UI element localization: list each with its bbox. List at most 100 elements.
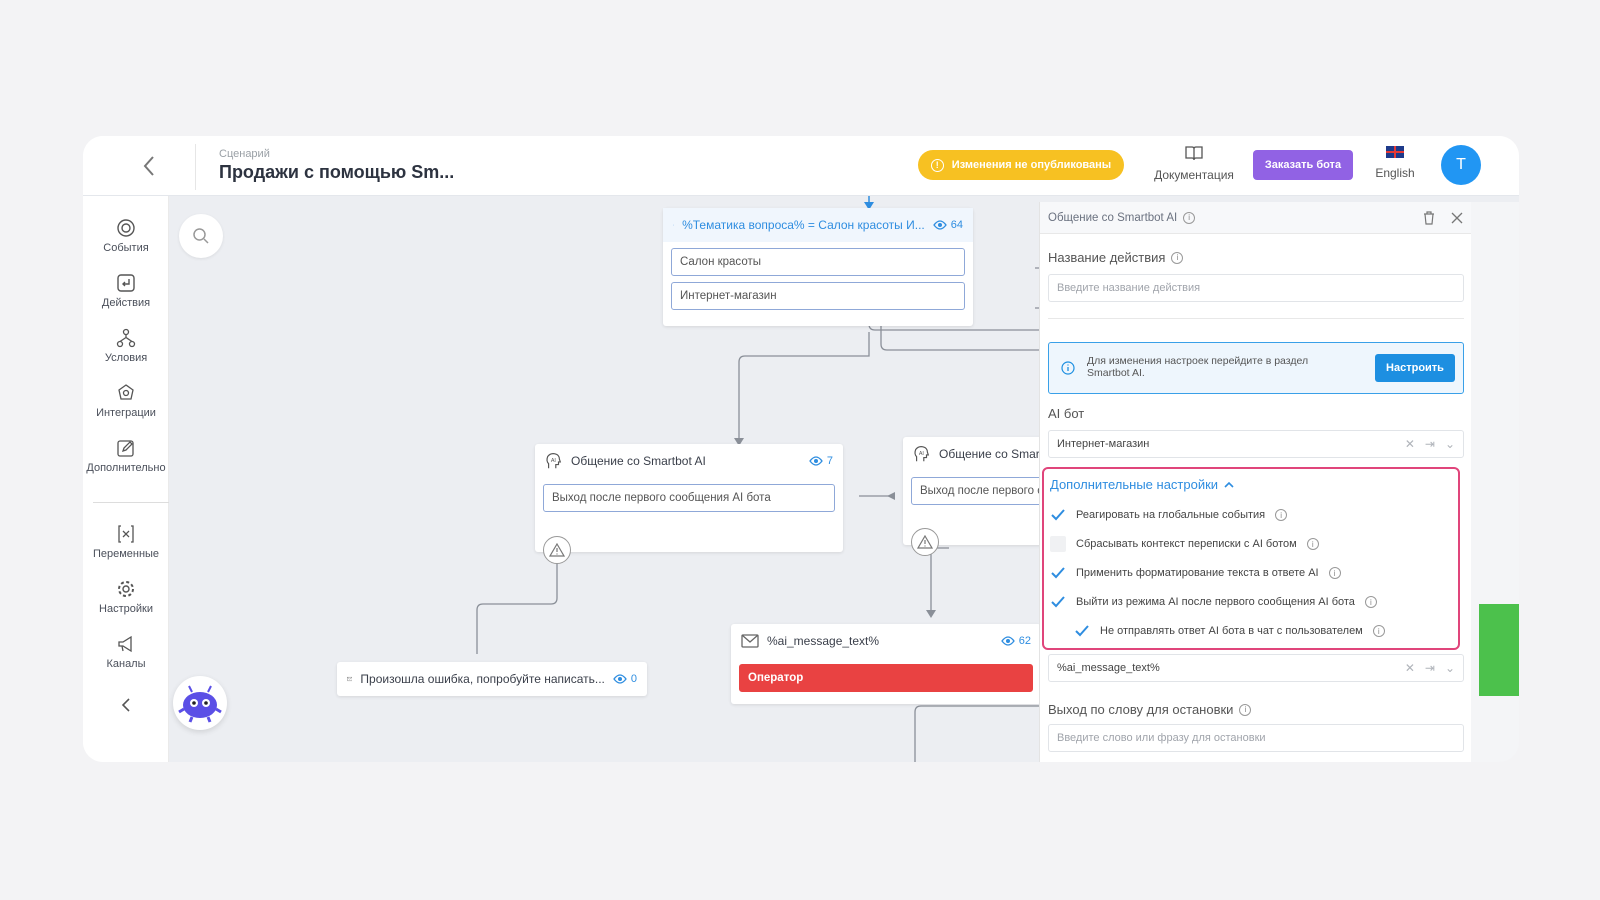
views-count: 0 — [630, 673, 637, 685]
message-node-header: %ai_message_text% 62 — [731, 624, 1041, 658]
close-icon[interactable] — [1451, 212, 1463, 224]
option-label: Не отправлять ответ AI бота в чат с поль… — [1100, 625, 1363, 637]
sidebar-item-channels[interactable]: Каналы — [83, 634, 169, 670]
views-count: 64 — [950, 219, 963, 231]
sidebar-item-label: Дополнительно — [86, 462, 166, 474]
trash-icon[interactable] — [1423, 210, 1435, 225]
action-name-label: Название действия — [1048, 250, 1166, 265]
views-counter: 64 — [932, 219, 963, 231]
info-icon[interactable]: i — [1328, 567, 1341, 579]
ai-head-icon: AI — [546, 453, 562, 469]
error-node-header: Произошла ошибка, попробуйте написать...… — [337, 662, 647, 696]
checkbox-checked[interactable] — [1050, 594, 1066, 610]
sidebar-item-additional[interactable]: Дополнительно — [83, 438, 169, 474]
open-link-icon[interactable]: ⇥ — [1425, 661, 1435, 675]
clear-icon[interactable]: ✕ — [1405, 661, 1415, 675]
info-icon[interactable]: i — [1306, 538, 1319, 550]
advanced-settings-box: Дополнительные настройки Реагировать на … — [1042, 467, 1460, 650]
chevron-down-icon[interactable]: ⌄ — [1445, 661, 1455, 675]
checkbox-unchecked[interactable] — [1050, 536, 1066, 552]
option-global-events: Реагировать на глобальные события i — [1050, 507, 1288, 523]
advanced-settings-toggle[interactable]: Дополнительные настройки — [1050, 477, 1234, 492]
gear-icon — [118, 581, 134, 597]
branch-icon — [673, 224, 675, 226]
ai-bot-label: AI бот — [1048, 406, 1085, 421]
integration-icon — [118, 384, 134, 400]
scenario-label: Сценарий — [219, 148, 270, 160]
option-exit-after-first: Выйти из режима AI после первого сообщен… — [1050, 594, 1377, 610]
info-icon[interactable]: i — [1183, 211, 1196, 224]
condition-node-title: %Тематика вопроса% = Салон красоты И... — [682, 218, 925, 232]
eye-icon — [809, 456, 823, 466]
condition-node[interactable]: %Тематика вопроса% = Салон красоты И... … — [663, 208, 973, 326]
eye-icon — [1000, 636, 1015, 646]
sidebar-item-label: Переменные — [92, 548, 160, 560]
message-node[interactable]: %ai_message_text% 62 Оператор — [731, 624, 1041, 704]
ai-bot-value: Интернет-магазин — [1057, 438, 1150, 450]
message-variable-select[interactable]: %ai_message_text% ✕ ⇥ ⌄ — [1048, 654, 1464, 682]
info-icon[interactable]: i — [1239, 703, 1252, 716]
option-format-text: Применить форматирование текста в ответе… — [1050, 565, 1341, 581]
chevron-left-icon — [121, 698, 130, 712]
ai-node-header: AI Общение со Smartbot AI 7 — [535, 444, 843, 478]
node-warning-icon[interactable] — [911, 528, 939, 556]
info-icon[interactable]: i — [1372, 625, 1385, 637]
unpublished-warning[interactable]: ! Изменения не опубликованы — [918, 150, 1124, 180]
robot-mascot-icon — [178, 685, 222, 723]
info-icon[interactable]: i — [1275, 509, 1288, 521]
condition-option[interactable]: Интернет-магазин — [671, 282, 965, 310]
action-name-label-row: Название действия i — [1048, 250, 1184, 265]
bot-assistant-button[interactable] — [173, 676, 227, 730]
clear-icon[interactable]: ✕ — [1405, 437, 1415, 451]
action-name-placeholder: Введите название действия — [1057, 282, 1201, 294]
option-label: Выйти из режима AI после первого сообщен… — [1076, 596, 1355, 608]
action-icon — [117, 274, 135, 292]
book-icon — [1185, 146, 1203, 161]
back-button[interactable] — [135, 152, 163, 180]
eye-icon — [932, 220, 947, 230]
sidebar-item-actions[interactable]: Действия — [83, 273, 169, 309]
order-bot-button[interactable]: Заказать бота — [1253, 150, 1353, 180]
stop-word-label-row: Выход по слову для остановки i — [1048, 702, 1252, 717]
sidebar-item-settings[interactable]: Настройки — [83, 579, 169, 615]
sidebar-item-label: Настройки — [99, 603, 153, 615]
docs-label: Документация — [1154, 168, 1234, 182]
info-icon[interactable]: i — [1171, 251, 1184, 264]
node-warning-icon[interactable] — [543, 536, 571, 564]
info-circle-icon — [1061, 361, 1075, 375]
open-link-icon[interactable]: ⇥ — [1425, 437, 1435, 451]
sidebar-item-events[interactable]: События — [83, 218, 169, 254]
ai-chat-node[interactable]: AI Общение со Smartbot AI 7 Выход после … — [535, 444, 843, 552]
panel-divider — [1048, 318, 1464, 319]
sidebar-item-integrations[interactable]: Интеграции — [83, 383, 169, 419]
checkbox-checked[interactable] — [1050, 565, 1066, 581]
configure-button[interactable]: Настроить — [1375, 354, 1455, 382]
condition-option[interactable]: Салон красоты — [671, 248, 965, 276]
sidebar-collapse-button[interactable] — [117, 696, 135, 714]
info-icon[interactable]: i — [1364, 596, 1377, 608]
left-sidebar: События Действия Условия Интеграции Допо… — [83, 196, 169, 762]
language-switch[interactable]: English — [1365, 146, 1425, 180]
operator-button[interactable]: Оператор — [739, 664, 1033, 692]
ai-exit-button[interactable]: Выход после первого сообщения AI бота — [543, 484, 835, 512]
checkbox-checked[interactable] — [1050, 507, 1066, 523]
search-icon — [193, 228, 209, 244]
error-message-node[interactable]: Произошла ошибка, попробуйте написать...… — [337, 662, 647, 696]
action-name-input[interactable]: Введите название действия — [1048, 274, 1464, 302]
views-count: 62 — [1018, 635, 1031, 647]
sidebar-item-label: События — [103, 242, 149, 254]
user-avatar[interactable]: T — [1441, 145, 1481, 185]
docs-link[interactable]: Документация — [1149, 144, 1239, 182]
option-label: Сбрасывать контекст переписки с AI ботом — [1076, 538, 1297, 550]
top-header: Сценарий Продажи с помощью Sm... ! Измен… — [83, 136, 1519, 196]
ai-node-title: Общение со Smartbot AI — [571, 454, 706, 468]
views-counter: 62 — [1000, 635, 1031, 647]
ai-bot-select[interactable]: Интернет-магазин ✕ ⇥ ⌄ — [1048, 430, 1464, 458]
stop-word-input[interactable]: Введите слово или фразу для остановки — [1048, 724, 1464, 752]
sidebar-item-variables[interactable]: Переменные — [83, 524, 169, 560]
chevron-down-icon[interactable]: ⌄ — [1445, 437, 1455, 451]
header-divider — [195, 144, 196, 190]
sidebar-item-conditions[interactable]: Условия — [83, 328, 169, 364]
canvas-search-button[interactable] — [179, 214, 223, 258]
checkbox-checked[interactable] — [1074, 623, 1090, 639]
